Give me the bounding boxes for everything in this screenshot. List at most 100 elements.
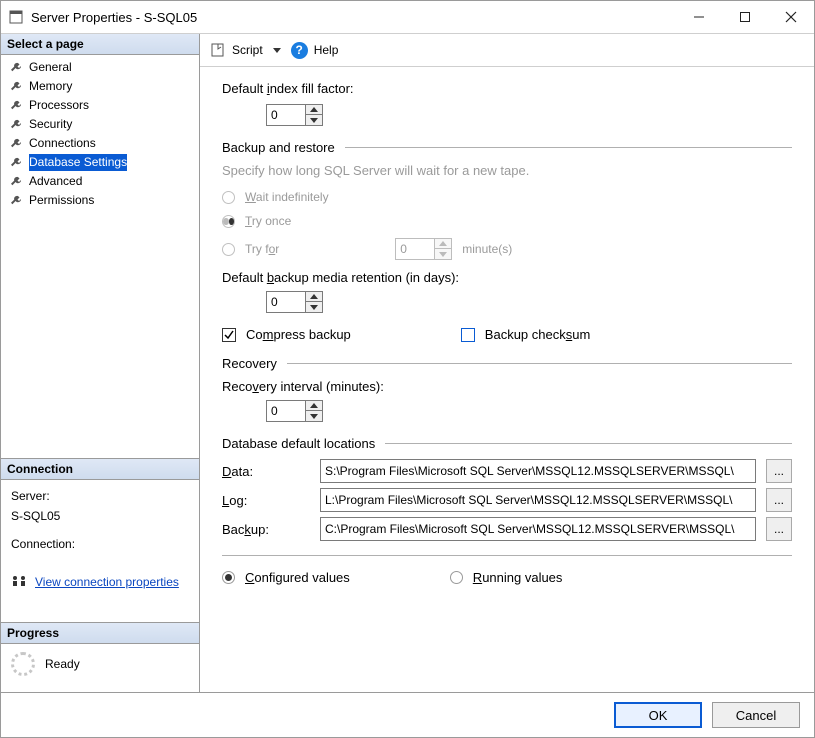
log-label: Log: — [222, 493, 310, 508]
window-title: Server Properties - S-SQL05 — [31, 10, 676, 25]
data-path-input[interactable] — [320, 459, 756, 483]
main: Script ? Help Default index fill factor: — [200, 34, 814, 692]
script-button[interactable]: Script — [210, 42, 285, 58]
spinner-down[interactable] — [306, 302, 322, 312]
divider — [222, 555, 792, 556]
connection-body: Server: S-SQL05 Connection: View connect… — [1, 480, 199, 622]
help-icon: ? — [291, 42, 308, 59]
wrench-icon — [9, 156, 23, 170]
wrench-icon — [9, 137, 23, 151]
spinner-up[interactable] — [306, 292, 322, 302]
spinner-up — [435, 239, 451, 249]
retention-spinner[interactable] — [266, 291, 323, 313]
fill-factor-label: Default index fill factor: — [222, 81, 792, 96]
cancel-button[interactable]: Cancel — [712, 702, 800, 728]
sidebar-item-general[interactable]: General — [5, 58, 195, 77]
server-properties-window: Server Properties - S-SQL05 Select a pag… — [0, 0, 815, 738]
backup-browse-button[interactable]: ... — [766, 517, 792, 541]
wrench-icon — [9, 118, 23, 132]
sidebar: Select a page General Memory Processors … — [1, 34, 200, 692]
select-page-header: Select a page — [1, 34, 199, 55]
sidebar-item-processors[interactable]: Processors — [5, 96, 195, 115]
wait-indefinitely-radio — [222, 191, 235, 204]
backup-path-input[interactable] — [320, 517, 756, 541]
wrench-icon — [9, 80, 23, 94]
spinner-down — [435, 249, 451, 259]
wait-indefinitely-label: Wait indefinitely — [245, 190, 329, 204]
fill-factor-input[interactable] — [267, 105, 305, 125]
server-label: Server: — [11, 486, 189, 506]
connection-panel: Connection Server: S-SQL05 Connection: V… — [1, 458, 199, 622]
running-values-radio[interactable] — [450, 571, 463, 584]
sidebar-item-label: Permissions — [29, 192, 94, 209]
help-label: Help — [314, 43, 339, 57]
connection-properties-icon — [11, 575, 27, 589]
spinner-up[interactable] — [306, 401, 322, 411]
spinner-down[interactable] — [306, 115, 322, 125]
progress-status: Ready — [45, 657, 80, 671]
data-browse-button[interactable]: ... — [766, 459, 792, 483]
sidebar-item-connections[interactable]: Connections — [5, 134, 195, 153]
sidebar-item-memory[interactable]: Memory — [5, 77, 195, 96]
recovery-header: Recovery — [222, 356, 792, 371]
content: Default index fill factor: Backup and re… — [200, 67, 814, 692]
spinner-down[interactable] — [306, 411, 322, 421]
sidebar-item-label: Security — [29, 116, 72, 133]
wrench-icon — [9, 99, 23, 113]
wrench-icon — [9, 61, 23, 75]
help-button[interactable]: ? Help — [291, 42, 339, 59]
sidebar-item-label: Advanced — [29, 173, 82, 190]
page-list: General Memory Processors Security Conne… — [1, 55, 199, 458]
backup-checksum-checkbox[interactable] — [461, 328, 475, 342]
log-browse-button[interactable]: ... — [766, 488, 792, 512]
toolbar: Script ? Help — [200, 34, 814, 67]
close-button[interactable] — [768, 1, 814, 33]
sidebar-item-label: Connections — [29, 135, 96, 152]
try-for-radio — [222, 243, 235, 256]
recovery-interval-spinner[interactable] — [266, 400, 323, 422]
recovery-interval-input[interactable] — [267, 401, 305, 421]
sidebar-item-permissions[interactable]: Permissions — [5, 191, 195, 210]
view-connection-properties-link[interactable]: View connection properties — [35, 572, 179, 592]
compress-backup-label: Compress backup — [246, 327, 351, 342]
sidebar-item-label: Memory — [29, 78, 72, 95]
app-icon — [9, 10, 23, 24]
backup-checksum-label: Backup checksum — [485, 327, 591, 342]
connection-label: Connection: — [11, 534, 189, 554]
wrench-icon — [9, 175, 23, 189]
try-for-spinner — [395, 238, 452, 260]
backup-restore-header: Backup and restore — [222, 140, 792, 155]
try-for-label: Try for — [245, 242, 279, 256]
connection-header: Connection — [1, 459, 199, 480]
tape-hint: Specify how long SQL Server will wait fo… — [222, 163, 792, 178]
try-once-radio — [222, 215, 235, 228]
sidebar-item-security[interactable]: Security — [5, 115, 195, 134]
progress-spinner-icon — [11, 652, 35, 676]
retention-input[interactable] — [267, 292, 305, 312]
body: Select a page General Memory Processors … — [1, 34, 814, 692]
wrench-icon — [9, 194, 23, 208]
log-path-input[interactable] — [320, 488, 756, 512]
maximize-button[interactable] — [722, 1, 768, 33]
try-for-input — [396, 239, 434, 259]
ok-button[interactable]: OK — [614, 702, 702, 728]
fill-factor-spinner[interactable] — [266, 104, 323, 126]
configured-values-radio[interactable] — [222, 571, 235, 584]
locations-header: Database default locations — [222, 436, 792, 451]
window-buttons — [676, 1, 814, 33]
script-label: Script — [232, 43, 263, 57]
minimize-button[interactable] — [676, 1, 722, 33]
server-value: S-SQL05 — [11, 506, 189, 526]
footer: OK Cancel — [1, 692, 814, 737]
sidebar-item-database-settings[interactable]: Database Settings — [5, 153, 195, 172]
sidebar-item-label: Database Settings — [29, 154, 127, 171]
spinner-up[interactable] — [306, 105, 322, 115]
sidebar-item-label: General — [29, 59, 72, 76]
titlebar: Server Properties - S-SQL05 — [1, 1, 814, 34]
configured-values-label: Configured values — [245, 570, 350, 585]
sidebar-item-advanced[interactable]: Advanced — [5, 172, 195, 191]
running-values-label: Running values — [473, 570, 563, 585]
compress-backup-checkbox[interactable] — [222, 328, 236, 342]
sidebar-item-label: Processors — [29, 97, 89, 114]
script-icon — [210, 42, 226, 58]
